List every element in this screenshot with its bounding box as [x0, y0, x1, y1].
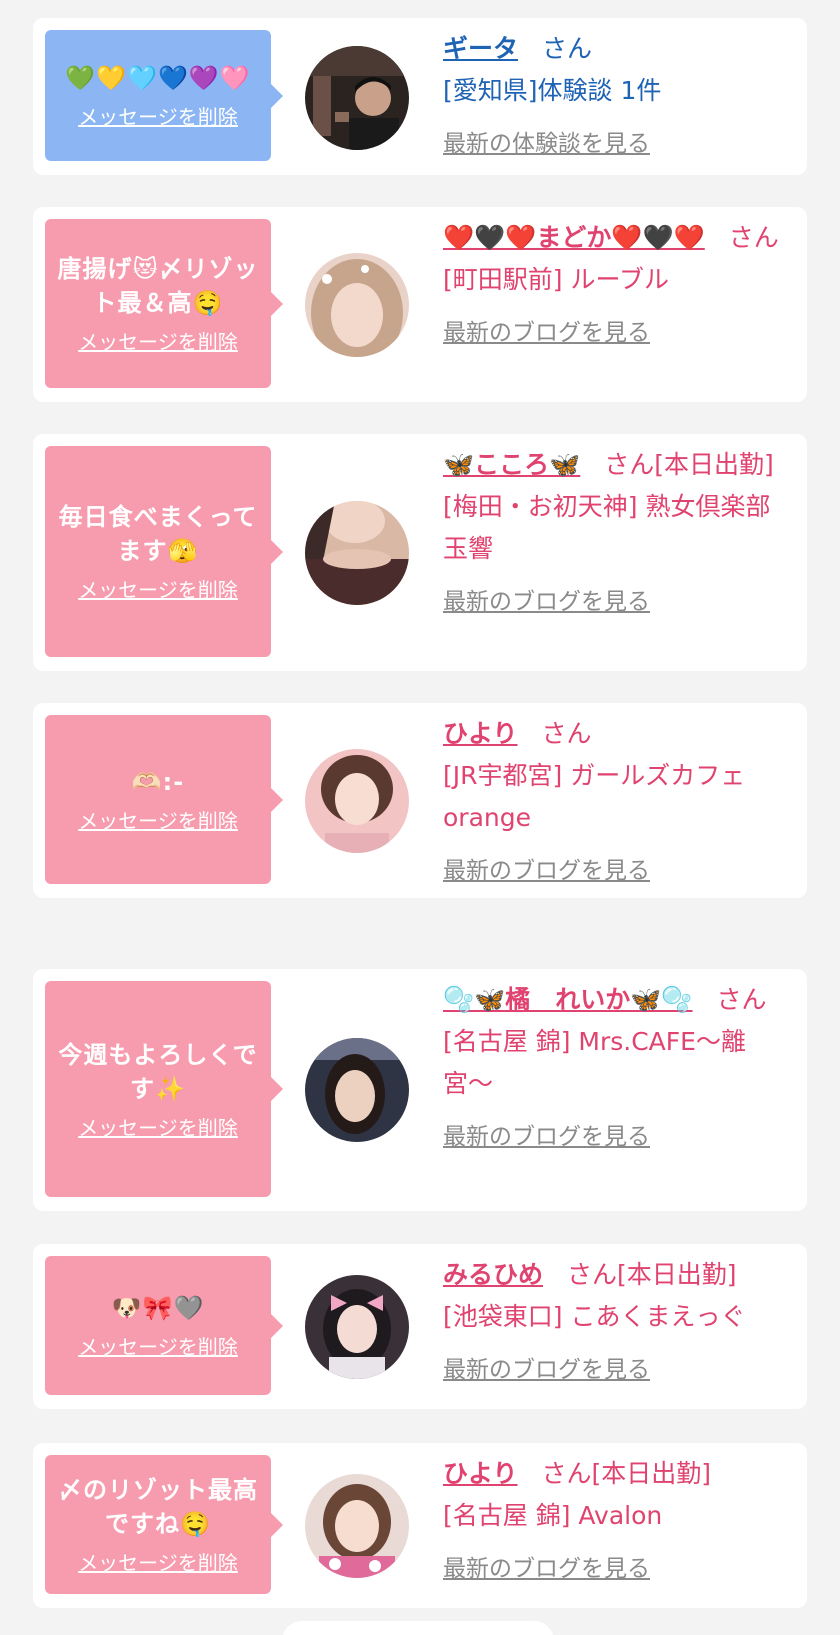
- avatar[interactable]: [305, 46, 409, 150]
- avatar[interactable]: [305, 1038, 409, 1142]
- woman-photo-icon: [305, 253, 409, 357]
- woman-photo-icon: [305, 1038, 409, 1142]
- delete-message-link[interactable]: メッセージを削除: [78, 574, 238, 603]
- bottom-floating-tab[interactable]: [282, 1621, 554, 1635]
- sender-name-link[interactable]: ひより: [443, 719, 518, 748]
- avatar[interactable]: [305, 253, 409, 357]
- message-list: 💚💛🩵💙💜🩷 メッセージを削除 ギータ さん [愛知県]体験談 1件 最新の体験談…: [0, 0, 840, 1635]
- sender-name-line: ひより さん: [443, 713, 793, 755]
- sender-name-link[interactable]: 🫧🦋橘 れいか🦋🫧: [443, 985, 693, 1014]
- avatar[interactable]: [305, 749, 409, 853]
- sender-info: ❤️🖤❤️まどか❤️🖤❤️ さん [町田駅前] ルーブル 最新のブログを見る: [443, 217, 793, 347]
- message-card: 🐶🎀🩶 メッセージを削除 みるひめ さん[本日出勤] [池袋東口] こあくまえっぐ…: [33, 1244, 807, 1409]
- status-text: [本日出勤]: [591, 1459, 712, 1488]
- status-text: [本日出勤]: [617, 1260, 737, 1289]
- man-photo-icon: [305, 46, 409, 150]
- latest-post-link[interactable]: 最新のブログを見る: [443, 1350, 650, 1384]
- delete-message-link[interactable]: メッセージを削除: [78, 101, 238, 130]
- avatar[interactable]: [305, 1474, 409, 1578]
- message-card: 🫶🏻:- メッセージを削除 ひより さん [JR宇都宮] ガールズカフェorang…: [33, 703, 807, 898]
- honorific: さん: [542, 34, 593, 63]
- message-bubble: 🐶🎀🩶 メッセージを削除: [45, 1256, 283, 1395]
- sender-name-line: みるひめ さん[本日出勤]: [443, 1254, 793, 1296]
- honorific: さん: [728, 223, 779, 252]
- sender-name-link[interactable]: ❤️🖤❤️まどか❤️🖤❤️: [443, 223, 705, 252]
- message-text: 唐揚げ😻〆リゾット最＆高🤤: [57, 255, 259, 317]
- honorific: さん: [541, 1459, 592, 1488]
- delete-message-link[interactable]: メッセージを削除: [78, 1112, 238, 1141]
- message-card: 〆のリゾット最高ですね🤤 メッセージを削除 ひより さん[本日出勤] [名古屋 錦…: [33, 1443, 807, 1608]
- woman-photo-icon: [305, 1275, 409, 1379]
- honorific: さん: [567, 1260, 618, 1289]
- honorific: さん: [604, 450, 655, 479]
- sender-name-link[interactable]: ギータ: [443, 34, 518, 63]
- latest-post-link[interactable]: 最新のブログを見る: [443, 1549, 650, 1583]
- shop-name: [名古屋 錦] Avalon: [443, 1501, 663, 1530]
- shop-name: [愛知県]体験談 1件: [443, 76, 662, 105]
- message-card: 💚💛🩵💙💜🩷 メッセージを削除 ギータ さん [愛知県]体験談 1件 最新の体験談…: [33, 18, 807, 175]
- message-bubble: 🫶🏻:- メッセージを削除: [45, 715, 283, 884]
- delete-message-link[interactable]: メッセージを削除: [78, 1547, 238, 1576]
- message-text: 今週もよろしくです✨: [58, 1040, 258, 1103]
- shop-name: [梅田・お初天神] 熟女倶楽部 玉響: [443, 492, 771, 563]
- sender-info: みるひめ さん[本日出勤] [池袋東口] こあくまえっぐ 最新のブログを見る: [443, 1254, 793, 1384]
- latest-post-link[interactable]: 最新のブログを見る: [443, 313, 650, 347]
- message-text: 🐶🎀🩶: [111, 1294, 205, 1322]
- sender-info: 🫧🦋橘 れいか🦋🫧 さん [名古屋 錦] Mrs.CAFE〜離宮〜 最新のブログを…: [443, 979, 793, 1151]
- message-card: 今週もよろしくです✨ メッセージを削除 🫧🦋橘 れいか🦋🫧 さん [名古屋 錦] …: [33, 969, 807, 1211]
- sender-name-line: ❤️🖤❤️まどか❤️🖤❤️ さん: [443, 217, 793, 259]
- woman-photo-icon: [305, 501, 409, 605]
- sender-name-link[interactable]: 🦋こころ🦋: [443, 450, 580, 479]
- latest-post-link[interactable]: 最新の体験談を見る: [443, 124, 650, 158]
- sender-info: ひより さん [JR宇都宮] ガールズカフェorange 最新のブログを見る: [443, 713, 793, 885]
- sender-info: ギータ さん [愛知県]体験談 1件 最新の体験談を見る: [443, 28, 793, 158]
- delete-message-link[interactable]: メッセージを削除: [78, 1331, 238, 1360]
- message-bubble: 💚💛🩵💙💜🩷 メッセージを削除: [45, 30, 283, 161]
- sender-info: ひより さん[本日出勤] [名古屋 錦] Avalon 最新のブログを見る: [443, 1453, 793, 1583]
- avatar[interactable]: [305, 1275, 409, 1379]
- sender-name-link[interactable]: ひより: [443, 1459, 518, 1488]
- latest-post-link[interactable]: 最新のブログを見る: [443, 851, 650, 885]
- latest-post-link[interactable]: 最新のブログを見る: [443, 1117, 650, 1151]
- sender-info: 🦋こころ🦋 さん[本日出勤] [梅田・お初天神] 熟女倶楽部 玉響 最新のブログを…: [443, 444, 793, 616]
- message-text: 毎日食べまくってます🫣: [58, 503, 258, 565]
- message-text: 〆のリゾット最高ですね🤤: [58, 1476, 258, 1538]
- honorific: さん: [716, 985, 767, 1014]
- message-bubble: 〆のリゾット最高ですね🤤 メッセージを削除: [45, 1455, 283, 1594]
- shop-name: [名古屋 錦] Mrs.CAFE〜離宮〜: [443, 1027, 746, 1098]
- sender-name-line: ギータ さん: [443, 28, 793, 70]
- delete-message-link[interactable]: メッセージを削除: [78, 326, 238, 355]
- honorific: さん: [541, 719, 592, 748]
- message-card: 唐揚げ😻〆リゾット最＆高🤤 メッセージを削除 ❤️🖤❤️まどか❤️🖤❤️ さん […: [33, 207, 807, 402]
- message-text: 🫶🏻:-: [131, 768, 185, 796]
- status-text: [本日出勤]: [654, 450, 774, 479]
- latest-post-link[interactable]: 最新のブログを見る: [443, 582, 650, 616]
- avatar[interactable]: [305, 501, 409, 605]
- message-bubble: 唐揚げ😻〆リゾット最＆高🤤 メッセージを削除: [45, 219, 283, 388]
- sender-name-line: 🫧🦋橘 れいか🦋🫧 さん: [443, 979, 793, 1021]
- message-bubble: 毎日食べまくってます🫣 メッセージを削除: [45, 446, 283, 657]
- woman-photo-icon: [305, 749, 409, 853]
- sender-name-line: ひより さん[本日出勤]: [443, 1453, 793, 1495]
- sender-name-link[interactable]: みるひめ: [443, 1260, 543, 1289]
- shop-name: [池袋東口] こあくまえっぐ: [443, 1302, 746, 1331]
- delete-message-link[interactable]: メッセージを削除: [78, 805, 238, 834]
- message-text: 💚💛🩵💙💜🩷: [65, 64, 251, 92]
- shop-name: [町田駅前] ルーブル: [443, 265, 669, 294]
- woman-photo-icon: [305, 1474, 409, 1578]
- message-card: 毎日食べまくってます🫣 メッセージを削除 🦋こころ🦋 さん[本日出勤] [梅田・お…: [33, 434, 807, 671]
- message-bubble: 今週もよろしくです✨ メッセージを削除: [45, 981, 283, 1197]
- shop-name: [JR宇都宮] ガールズカフェorange: [443, 761, 746, 832]
- sender-name-line: 🦋こころ🦋 さん[本日出勤]: [443, 444, 793, 486]
